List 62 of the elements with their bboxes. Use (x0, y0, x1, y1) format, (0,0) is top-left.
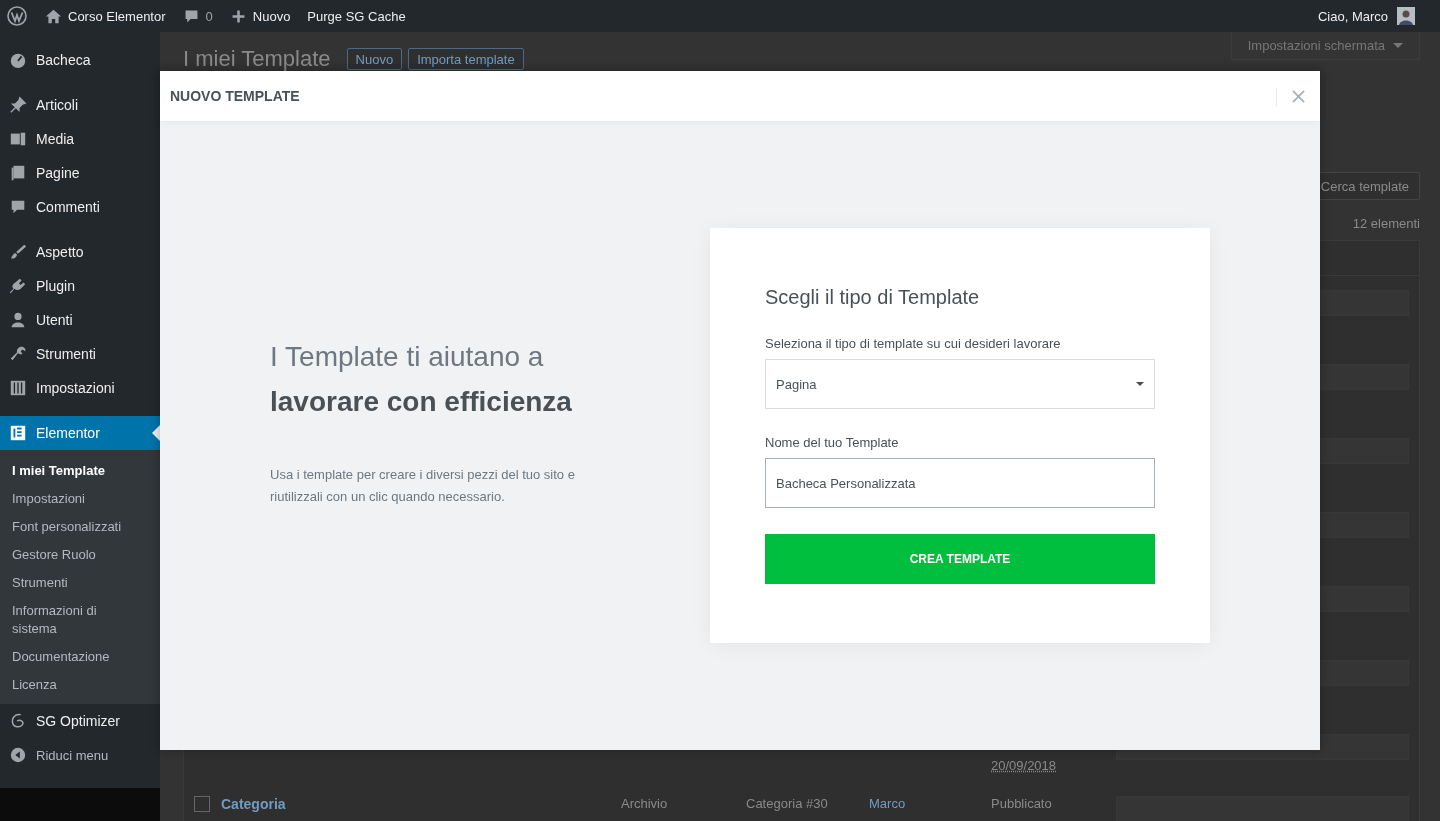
brush-icon (9, 243, 27, 261)
author-link[interactable]: Marco (869, 796, 991, 811)
intro-text: Usa i template per creare i diversi pezzi del tuo sito e riutilizzali con un clic quando necessario. (270, 465, 576, 506)
menu-item[interactable]: Pagine (0, 156, 160, 190)
swirl-icon (9, 712, 27, 730)
submenu-item[interactable]: Gestore Ruolo (0, 541, 134, 569)
menu-item[interactable]: SG Optimizer (0, 704, 160, 738)
submenu-item[interactable]: Licenza (0, 671, 134, 699)
form-title: Scegli il tipo di Template (765, 286, 981, 309)
new-link[interactable]: Nuovo (229, 7, 291, 25)
close-icon (1291, 89, 1305, 103)
menu-item[interactable]: Media (0, 122, 160, 156)
caret-icon (1393, 43, 1403, 48)
home-icon (45, 7, 62, 25)
date-text: 20/09/2018 (991, 758, 1057, 773)
plug-icon (9, 277, 27, 295)
category-cell-text: Categoria #30 (746, 796, 829, 811)
user-icon (9, 311, 27, 329)
submenu-item[interactable]: Informazioni di sistema (0, 597, 134, 643)
menu-item[interactable]: Elementor (0, 416, 160, 450)
menu-item[interactable]: Strumenti (0, 337, 160, 371)
media-icon (9, 130, 27, 148)
submenu-item[interactable]: I miei Template (0, 457, 134, 485)
menu-item[interactable]: Bacheca (0, 43, 160, 77)
type-cell-text: Archivio (621, 796, 669, 811)
template-type-select[interactable]: Pagina (765, 359, 1155, 409)
intro-heading: I Template ti aiutano a lavorare con efficienza (270, 339, 573, 419)
comments-link[interactable]: 0 (182, 7, 213, 25)
page-title-action-button[interactable]: Nuovo (346, 48, 403, 70)
item-count: 12 elementi (1352, 216, 1420, 231)
wordpress-logo-icon[interactable] (7, 6, 27, 26)
pages-icon (9, 164, 27, 182)
avatar-icon (1397, 7, 1415, 25)
submenu-item[interactable]: Font personalizzati (0, 513, 134, 541)
template-title-link[interactable]: Categoria (221, 796, 621, 812)
account-link[interactable]: Ciao, Marco (1317, 7, 1415, 25)
site-name-link[interactable]: Corso Elementor (45, 7, 166, 25)
submenu-item[interactable]: Impostazioni (0, 485, 134, 513)
menu-item[interactable]: Plugin (0, 269, 160, 303)
wrench-icon (9, 345, 27, 363)
menu-item[interactable]: Commenti (0, 190, 160, 224)
page-title: I miei Template (183, 46, 331, 72)
dialog-title: NUOVO TEMPLATE (170, 88, 300, 104)
collapse-menu-button[interactable]: Riduci menu (0, 738, 160, 772)
field-label: Nome del tuo Template (765, 435, 900, 450)
caret-icon (1136, 382, 1144, 386)
template-name-input[interactable]: Bacheca Personalizzata (765, 458, 1155, 508)
pin-icon (9, 96, 27, 114)
sliders-icon (9, 379, 27, 397)
menu-item[interactable]: Utenti (0, 303, 160, 337)
menu-item[interactable]: Impostazioni (0, 371, 160, 405)
status-cell-text: Pubblicato (991, 796, 1053, 811)
menu-item[interactable]: Articoli (0, 88, 160, 122)
page-title-action-button[interactable]: Importa template (408, 48, 524, 70)
submenu-item[interactable]: Strumenti (0, 569, 134, 597)
gauge-icon (9, 51, 27, 69)
submenu-item[interactable]: Documentazione (0, 643, 134, 671)
row-checkbox[interactable] (194, 796, 210, 812)
purge-cache-link[interactable]: Purge SG Cache (307, 8, 406, 24)
field-label: Seleziona il tipo di template su cui desideri lavorare (765, 336, 1062, 351)
menu-item[interactable]: Aspetto (0, 235, 160, 269)
elementor-logo-icon (9, 424, 27, 442)
